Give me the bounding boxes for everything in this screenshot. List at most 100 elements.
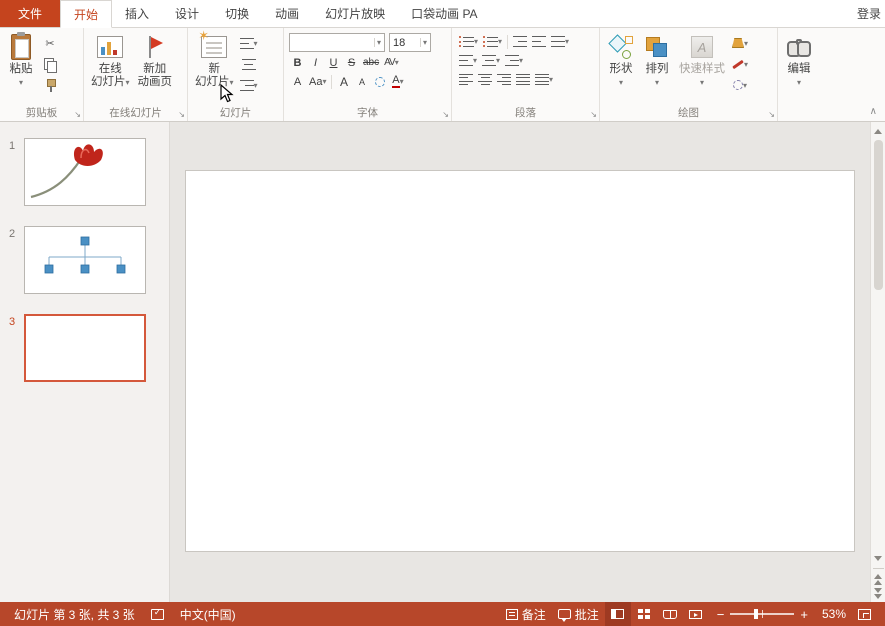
fit-to-window-button[interactable] <box>852 602 877 626</box>
align-left-button[interactable] <box>457 71 475 88</box>
login-button[interactable]: 登录 <box>853 0 885 27</box>
zoom-in-button[interactable]: + <box>800 607 808 622</box>
columns-button[interactable] <box>533 71 555 88</box>
strikethrough-button[interactable]: abc <box>361 54 381 71</box>
tab-animations[interactable]: 动画 <box>262 0 312 27</box>
align-center-button[interactable] <box>476 71 494 88</box>
align-right-button[interactable] <box>495 71 513 88</box>
slide-editing-area <box>170 122 870 602</box>
new-animation-page-button[interactable]: 新加 动画页 <box>134 31 177 91</box>
zoom-control: − + <box>709 607 816 622</box>
drawing-dialog-launcher-icon[interactable]: ↘ <box>768 111 775 119</box>
slide-counter[interactable]: 幻灯片 第 3 张, 共 3 张 <box>8 602 141 626</box>
tab-home[interactable]: 开始 <box>60 0 112 28</box>
shapes-button[interactable]: 形状 <box>603 31 639 91</box>
font-name-select[interactable] <box>289 33 385 52</box>
scroll-up-button[interactable] <box>872 124 885 138</box>
flag-icon <box>141 33 169 61</box>
slide-number: 3 <box>0 314 24 382</box>
group-label-paragraph: 段落 <box>452 105 599 120</box>
shadow-button[interactable]: S <box>343 54 360 71</box>
clipboard-dialog-launcher-icon[interactable]: ↘ <box>74 111 81 119</box>
underline-button[interactable]: U <box>325 54 342 71</box>
zoom-level-button[interactable]: 53% <box>816 602 852 626</box>
text-highlight-button[interactable]: A <box>289 73 306 90</box>
reading-view-button[interactable] <box>657 602 683 626</box>
shape-outline-button[interactable] <box>730 55 750 73</box>
text-direction-button[interactable] <box>457 52 479 69</box>
align-text-button[interactable] <box>480 52 502 69</box>
scroll-down-button[interactable] <box>872 551 885 565</box>
copy-button[interactable] <box>40 55 60 73</box>
new-slide-button[interactable]: 新 幻灯片 <box>191 31 238 91</box>
quick-styles-button[interactable]: A 快速样式 <box>675 31 729 91</box>
zoom-out-button[interactable]: − <box>717 607 725 622</box>
increase-indent-button[interactable] <box>530 33 548 50</box>
collapse-ribbon-button[interactable]: ∧ <box>870 106 877 117</box>
scrollbar-divider <box>873 568 884 569</box>
reset-button[interactable] <box>239 55 259 73</box>
zoom-slider[interactable] <box>730 613 794 615</box>
change-case-button[interactable]: Aa <box>307 73 328 90</box>
paragraph-dialog-launcher-icon[interactable]: ↘ <box>590 111 597 119</box>
online-slides-dialog-launcher-icon[interactable]: ↘ <box>178 111 185 119</box>
scrollbar-thumb[interactable] <box>874 140 883 290</box>
increase-font-size-button[interactable]: A <box>335 73 352 90</box>
clear-formatting-button[interactable] <box>371 73 388 90</box>
edit-button[interactable]: 编辑 <box>781 31 817 91</box>
shape-effects-button[interactable] <box>730 76 750 94</box>
bullets-button[interactable] <box>457 33 480 50</box>
font-color-button[interactable]: A <box>389 73 406 90</box>
slideshow-view-button[interactable] <box>683 602 709 626</box>
decrease-font-size-button[interactable]: A <box>353 73 370 90</box>
selected-slide-thumbnail[interactable] <box>24 314 146 382</box>
align-left-icon <box>459 74 473 85</box>
convert-smartart-button[interactable] <box>503 52 525 69</box>
font-dialog-launcher-icon[interactable]: ↘ <box>442 111 449 119</box>
normal-view-button[interactable] <box>605 602 631 626</box>
decrease-indent-button[interactable] <box>511 33 529 50</box>
columns-icon <box>535 74 549 85</box>
text-direction-icon <box>459 55 473 66</box>
italic-button[interactable]: I <box>307 54 324 71</box>
slide-thumbnail-1[interactable]: 1 <box>0 138 169 206</box>
scrollbar-track[interactable] <box>872 138 885 551</box>
tab-pocket-animation[interactable]: 口袋动画 PA <box>398 0 490 27</box>
numbering-button[interactable] <box>481 33 504 50</box>
slide-thumbnail-2[interactable]: 2 <box>0 226 169 294</box>
bold-button[interactable]: B <box>289 54 306 71</box>
slide-thumbnail-3-selected[interactable]: 3 <box>0 314 169 382</box>
cut-button[interactable]: ✂ <box>40 34 60 52</box>
tab-transitions[interactable]: 切换 <box>212 0 262 27</box>
layout-button[interactable] <box>239 34 259 52</box>
tab-file[interactable]: 文件 <box>0 0 60 27</box>
paste-button[interactable]: 粘贴 <box>3 31 39 91</box>
notes-toggle-button[interactable]: 备注 <box>500 602 552 626</box>
arrow-down-icon <box>874 556 882 561</box>
shape-fill-button[interactable] <box>730 34 750 52</box>
justify-button[interactable] <box>514 71 532 88</box>
increase-indent-icon <box>532 36 546 47</box>
format-painter-button[interactable] <box>40 76 60 94</box>
vertical-scrollbar[interactable] <box>870 122 885 602</box>
character-spacing-button[interactable]: AV <box>382 54 400 71</box>
online-slides-button[interactable]: 在线 幻灯片 <box>87 31 134 91</box>
slide-canvas[interactable] <box>185 170 855 552</box>
decrease-indent-icon <box>513 36 527 47</box>
zoom-slider-thumb[interactable] <box>754 609 758 619</box>
previous-slide-button[interactable] <box>872 572 885 586</box>
arrange-button[interactable]: 排列 <box>639 31 675 91</box>
slide-thumbnail-panel[interactable]: 1 2 <box>0 122 170 602</box>
next-slide-button[interactable] <box>872 586 885 600</box>
online-slides-icon <box>96 33 124 61</box>
tab-slideshow[interactable]: 幻灯片放映 <box>312 0 398 27</box>
comments-toggle-button[interactable]: 批注 <box>552 602 605 626</box>
slide-sorter-view-button[interactable] <box>631 602 657 626</box>
font-size-select[interactable]: 18 <box>389 33 431 52</box>
line-spacing-button[interactable] <box>549 33 571 50</box>
section-button[interactable] <box>239 76 259 94</box>
language-indicator[interactable]: 中文(中国) <box>174 602 242 626</box>
tab-insert[interactable]: 插入 <box>112 0 162 27</box>
tab-design[interactable]: 设计 <box>162 0 212 27</box>
spell-check-button[interactable] <box>145 602 170 626</box>
